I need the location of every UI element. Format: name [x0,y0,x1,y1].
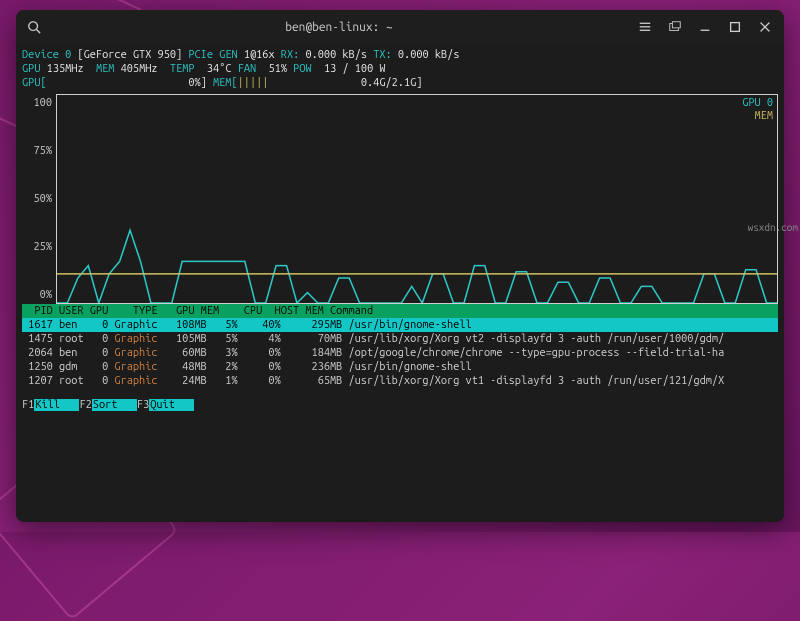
y-tick: 50% [22,192,52,206]
table-row[interactable]: 1250 gdm 0 Graphic 48MB 2% 0% 236MB /usr… [22,360,778,374]
watermark: wsxdn.com [746,220,800,235]
table-header: PID USER GPU TYPE GPU MEM CPU HOST MEM C… [22,304,778,318]
table-row[interactable]: 1475 root 0 Graphic 105MB 5% 4% 70MB /us… [22,332,778,346]
menu-button[interactable] [630,13,660,41]
search-icon[interactable] [20,13,48,41]
minimize-button[interactable] [690,13,720,41]
close-button[interactable] [750,13,780,41]
y-tick: 75% [22,144,52,158]
new-tab-button[interactable] [660,13,690,41]
chart: 100 75% 50% 25% 0% GPU 0 MEM [22,94,778,304]
device-line: Device 0 [GeForce GTX 950] PCIe GEN 1@16… [22,48,778,62]
bar-line: GPU[ 0%] MEM[||||| 0.4G/2.1G] [22,76,778,90]
terminal-body[interactable]: Device 0 [GeForce GTX 950] PCIe GEN 1@16… [16,44,784,522]
sort-action[interactable]: Sort [92,399,137,411]
y-tick: 0% [22,288,52,302]
window-title: ben@ben-linux: ~ [48,21,630,34]
clock-line: GPU 135MHz MEM 405MHz TEMP 34°C FAN 51% … [22,62,778,76]
y-axis: 100 75% 50% 25% 0% [22,94,56,304]
table-row[interactable]: 1207 root 0 Graphic 24MB 1% 0% 65MB /usr… [22,374,778,388]
maximize-button[interactable] [720,13,750,41]
chart-box: GPU 0 MEM [56,94,778,304]
quit-action[interactable]: Quit [149,399,194,411]
process-table: 1617 ben 0 Graphic 108MB 5% 40% 295MB /u… [22,318,778,388]
titlebar: ben@ben-linux: ~ [16,10,784,44]
y-tick: 25% [22,240,52,254]
table-row[interactable]: 1617 ben 0 Graphic 108MB 5% 40% 295MB /u… [22,318,778,332]
footer-bar: F1Kill F2Sort F3Quit [22,398,778,412]
table-row[interactable]: 2064 ben 0 Graphic 60MB 3% 0% 184MB /opt… [22,346,778,360]
terminal-window: ben@ben-linux: ~ Device 0 [GeForce GTX 9… [16,10,784,522]
kill-action[interactable]: Kill [34,399,79,411]
y-tick: 100 [22,96,52,110]
